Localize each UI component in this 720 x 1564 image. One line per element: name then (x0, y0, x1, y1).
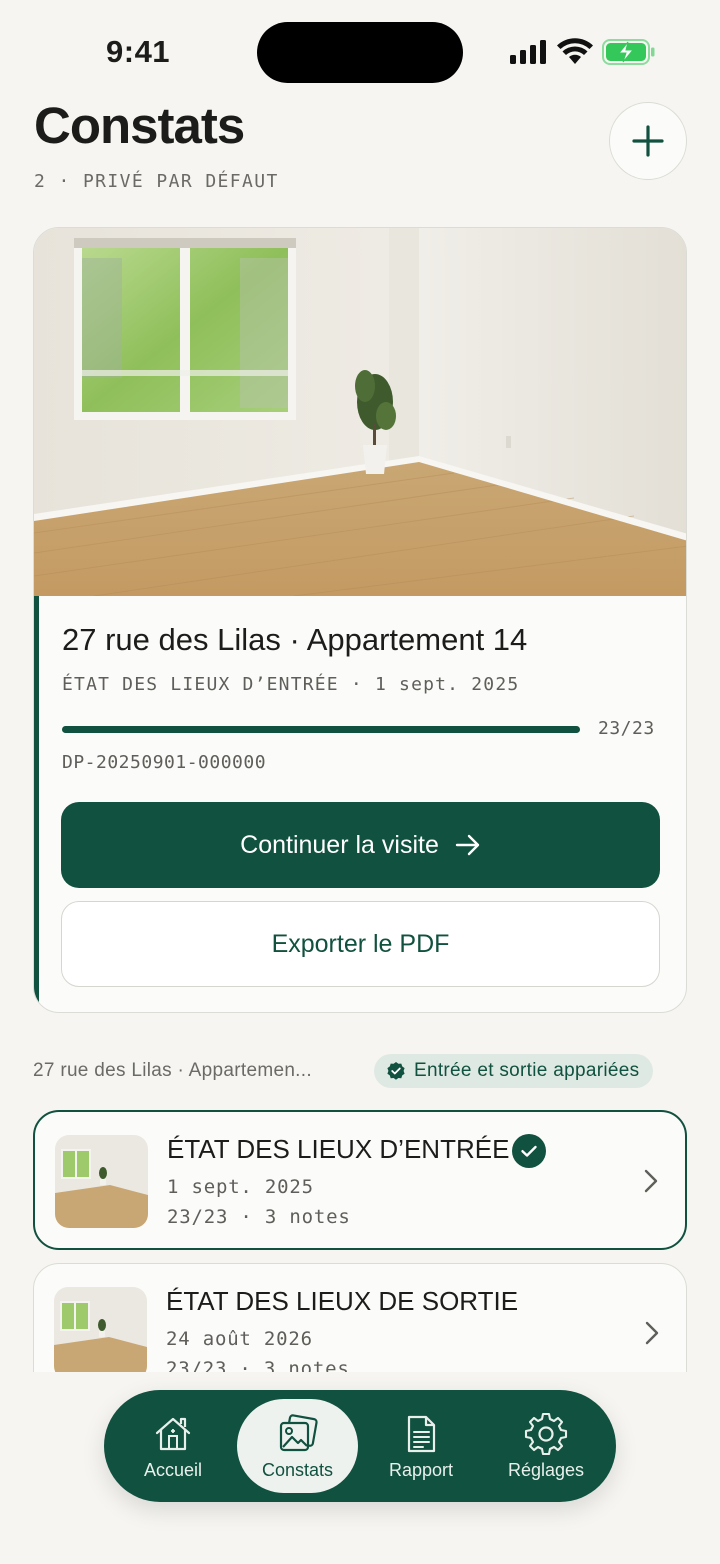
wifi-icon (557, 38, 593, 64)
tab-bar: Accueil Constats Rapport Réglages (104, 1390, 616, 1502)
paired-status-label: Entrée et sortie appariées (414, 1060, 640, 1081)
card-accent-bar (34, 596, 39, 1012)
tab-label: Accueil (143, 1459, 203, 1480)
export-pdf-label: Exporter le PDF (271, 929, 450, 958)
list-item-title: ÉTAT DES LIEUX D’ENTRÉE (167, 1134, 510, 1164)
continue-visit-label: Continuer la visite (240, 830, 439, 859)
arrow-right-icon (455, 834, 480, 856)
list-item-date: 24 août 2026 (166, 1328, 313, 1350)
chevron-right-icon (644, 1169, 658, 1193)
chevron-right-icon (645, 1321, 659, 1345)
tab-label: Réglages (507, 1459, 585, 1480)
continue-visit-button[interactable]: Continuer la visite (61, 802, 660, 888)
list-item-date: 1 sept. 2025 (167, 1176, 314, 1198)
tab-label: Rapport (388, 1459, 454, 1480)
list-item-title: ÉTAT DES LIEUX DE SORTIE (166, 1286, 519, 1316)
list-item-meta: 23/23 · 3 notes (167, 1206, 351, 1228)
document-icon (407, 1415, 436, 1452)
progress-label: 23/23 (598, 718, 655, 739)
photos-icon (279, 1413, 318, 1451)
cellular-signal-icon (510, 40, 546, 64)
tab-rapport[interactable]: Rapport (366, 1390, 476, 1502)
pair-address: 27 rue des Lilas · Appartemen... (33, 1060, 312, 1081)
verified-badge-icon (387, 1062, 405, 1080)
progress-fill (62, 726, 580, 733)
current-constat-card[interactable]: 27 rue des Lilas · Appartement 14 ÉTAT D… (33, 227, 687, 1013)
page-title: Constats (34, 97, 245, 154)
thumbnail (55, 1135, 148, 1228)
paired-status-badge: Entrée et sortie appariées (374, 1054, 654, 1088)
add-constat-button[interactable] (609, 102, 687, 180)
page-subtitle: 2 · PRIVÉ PAR DÉFAUT (34, 171, 279, 192)
tab-reglages[interactable]: Réglages (484, 1390, 608, 1502)
tab-constats[interactable]: Constats (237, 1399, 358, 1493)
tab-accueil[interactable]: Accueil (116, 1390, 230, 1502)
inspection-list: ÉTAT DES LIEUX D’ENTRÉE 1 sept. 2025 23/… (0, 1100, 720, 1372)
battery-charging-icon (602, 39, 655, 65)
inspection-subtitle: ÉTAT DES LIEUX D’ENTRÉE · 1 sept. 2025 (62, 674, 520, 695)
export-pdf-button[interactable]: Exporter le PDF (61, 901, 660, 987)
gear-icon (524, 1412, 568, 1455)
home-icon (155, 1417, 191, 1450)
status-bar: 9:41 (0, 0, 720, 100)
dynamic-island (257, 22, 463, 83)
property-title: 27 rue des Lilas · Appartement 14 (62, 622, 528, 657)
status-time: 9:41 (106, 34, 171, 69)
plus-icon (632, 125, 664, 157)
completed-check-icon (512, 1134, 546, 1168)
thumbnail (54, 1287, 147, 1372)
list-item-meta: 23/23 · 3 notes (166, 1358, 350, 1372)
list-item-sortie[interactable]: ÉTAT DES LIEUX DE SORTIE 24 août 2026 23… (33, 1263, 687, 1372)
room-photo (34, 228, 686, 596)
reference-number: DP-20250901-000000 (62, 752, 267, 773)
list-item-entree[interactable]: ÉTAT DES LIEUX D’ENTRÉE 1 sept. 2025 23/… (33, 1110, 687, 1250)
tab-label: Constats (261, 1459, 334, 1480)
progress-bar (62, 726, 580, 733)
